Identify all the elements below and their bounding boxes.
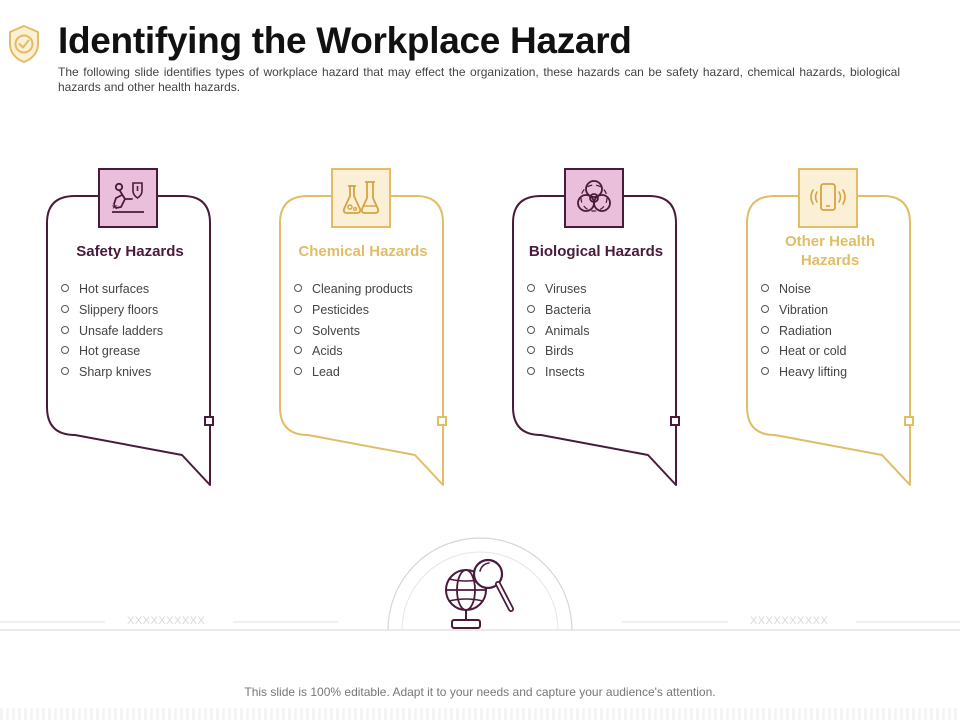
bullet-icon xyxy=(761,325,769,334)
list-item: Insects xyxy=(527,362,591,383)
bullet-icon xyxy=(61,284,69,292)
bullet-icon xyxy=(761,346,769,355)
bullet-icon xyxy=(761,367,769,376)
list-item: Sharp knives xyxy=(61,362,163,383)
bullet-icon xyxy=(294,346,302,355)
card-title: Chemical Hazards xyxy=(298,243,428,260)
bullet-icon xyxy=(761,304,769,313)
list-item: Pesticides xyxy=(294,300,413,321)
card-biological-hazards: Biological Hazards Viruses Bacteria Anim… xyxy=(511,165,681,490)
placeholder-text-right: XXXXXXXXXX xyxy=(750,615,829,627)
list-item: Solvents xyxy=(294,321,413,342)
list-item: Cleaning products xyxy=(294,279,413,300)
globe-magnifier-icon xyxy=(445,558,514,629)
list-item: Slippery floors xyxy=(61,300,163,321)
bullet-icon xyxy=(294,325,302,334)
page-subtitle: The following slide identifies types of … xyxy=(58,65,900,94)
bullet-icon xyxy=(527,346,535,355)
list-item: Animals xyxy=(527,321,591,342)
chemical-flasks-icon xyxy=(331,168,391,228)
card-title: Other Health Hazards xyxy=(784,233,875,269)
page-title: Identifying the Workplace Hazard xyxy=(58,20,632,61)
list-item: Lead xyxy=(294,362,413,383)
bullet-icon xyxy=(527,367,535,376)
hazard-list: Hot surfaces Slippery floors Unsafe ladd… xyxy=(61,279,163,383)
list-item: Radiation xyxy=(761,321,847,342)
hazard-list: Noise Vibration Radiation Heat or cold H… xyxy=(761,279,847,383)
list-item: Viruses xyxy=(527,279,591,300)
bullet-icon xyxy=(294,284,302,292)
bullet-icon xyxy=(761,284,769,292)
list-item: Acids xyxy=(294,341,413,362)
vibrating-phone-icon xyxy=(798,168,858,228)
hazard-list: Viruses Bacteria Animals Birds Insects xyxy=(527,279,591,383)
list-item: Bacteria xyxy=(527,300,591,321)
list-item: Hot surfaces xyxy=(61,279,163,300)
bottom-strip xyxy=(0,708,960,720)
placeholder-text-left: XXXXXXXXXX xyxy=(127,615,206,627)
svg-text:★: ★ xyxy=(111,202,118,211)
list-item: Unsafe ladders xyxy=(61,321,163,342)
footer-note: This slide is 100% editable. Adapt it to… xyxy=(244,685,716,699)
shield-check-icon xyxy=(6,24,42,64)
bullet-icon xyxy=(61,367,69,376)
biohazard-icon xyxy=(564,168,624,228)
list-item: Noise xyxy=(761,279,847,300)
bullet-icon xyxy=(527,304,535,313)
bullet-icon xyxy=(61,304,69,313)
hazard-list: Cleaning products Pesticides Solvents Ac… xyxy=(294,279,413,383)
bullet-icon xyxy=(294,304,302,313)
card-safety-hazards: ★ Safety Hazards Hot surfaces Slippery f… xyxy=(45,165,215,490)
bullet-icon xyxy=(527,284,535,292)
list-item: Hot grease xyxy=(61,341,163,362)
list-item: Birds xyxy=(527,341,591,362)
bullet-icon xyxy=(61,325,69,334)
card-chemical-hazards: Chemical Hazards Cleaning products Pesti… xyxy=(278,165,448,490)
card-title: Biological Hazards xyxy=(528,243,664,260)
list-item: Heat or cold xyxy=(761,341,847,362)
bullet-icon xyxy=(61,346,69,355)
card-title: Safety Hazards xyxy=(76,243,184,260)
bullet-icon xyxy=(527,325,535,334)
bullet-icon xyxy=(294,367,302,376)
slippery-floor-icon: ★ xyxy=(98,168,158,228)
card-other-health-hazards: Other Health Hazards Noise Vibration Rad… xyxy=(745,165,915,490)
list-item: Vibration xyxy=(761,300,847,321)
list-item: Heavy lifting xyxy=(761,362,847,383)
